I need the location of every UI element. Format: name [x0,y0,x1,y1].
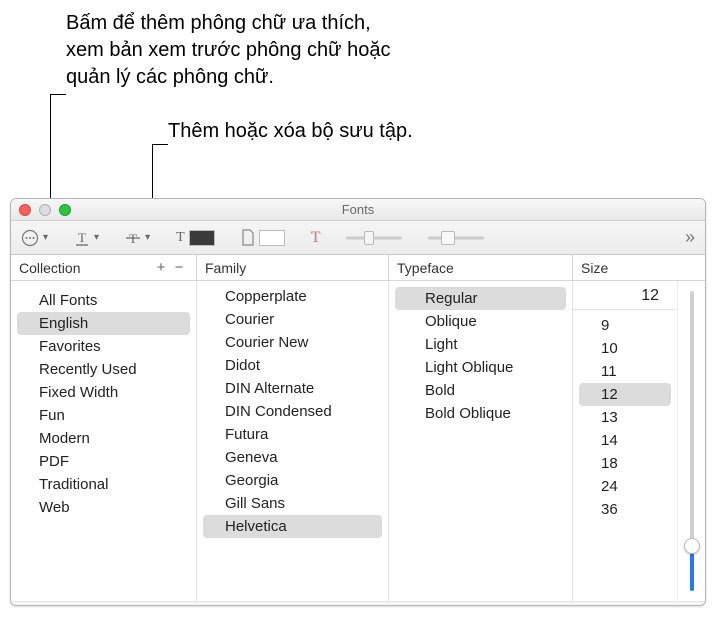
more-actions-icon [21,229,39,247]
list-item[interactable]: Bold [395,379,566,402]
list-item[interactable]: Courier New [203,331,382,354]
callouts-region: Bấm để thêm phông chữ ưa thích, xem bản … [0,0,716,200]
list-item[interactable]: Modern [17,427,190,450]
size-option[interactable]: 13 [579,406,671,429]
window-title: Fonts [11,202,705,217]
toolbar: ▾ T ▾ T ▾ T T [11,221,705,255]
document-color-swatch[interactable] [259,230,285,246]
list-item[interactable]: Favorites [17,335,190,358]
column-headers: Collection + − Family Typeface Size [11,255,705,281]
collection-list[interactable]: All FontsEnglishFavoritesRecently UsedFi… [11,281,197,601]
typeface-header[interactable]: Typeface [389,255,573,280]
list-item[interactable]: Didot [203,354,382,377]
collection-header[interactable]: Collection + − [11,255,197,280]
underline-menu-button[interactable]: T ▾ [74,229,99,247]
list-item[interactable]: Regular [395,287,566,310]
typeface-list[interactable]: RegularObliqueLightLight ObliqueBoldBold… [389,281,573,601]
callout-action-menu: Bấm để thêm phông chữ ưa thích, xem bản … [66,10,406,91]
action-menu-button[interactable]: ▾ [21,229,48,247]
size-option[interactable]: 11 [579,360,671,383]
list-item[interactable]: English [17,312,190,335]
shadow-blur-slider[interactable] [428,230,484,246]
remove-collection-button[interactable]: − [170,259,188,277]
add-collection-button[interactable]: + [152,259,170,277]
text-color-icon: T [176,230,185,246]
size-column: 12 91011121314182436 [573,281,705,601]
family-header-label: Family [205,260,246,276]
text-color-swatch[interactable] [189,230,215,246]
list-item[interactable]: Recently Used [17,358,190,381]
chevron-down-icon: ▾ [145,232,150,243]
text-shadow-button[interactable]: T [311,229,321,247]
size-input[interactable]: 12 [573,285,677,310]
list-item[interactable]: Fixed Width [17,381,190,404]
chevron-down-icon: ▾ [43,232,48,243]
fonts-window: Fonts ▾ T ▾ T ▾ T [10,198,706,606]
list-item[interactable]: Helvetica [203,515,382,538]
size-option[interactable]: 14 [579,429,671,452]
strikethrough-icon: T [125,229,141,247]
chevron-down-icon: ▾ [94,232,99,243]
text-color-button[interactable]: T [176,230,215,246]
page-icon [241,229,255,246]
list-item[interactable]: Georgia [203,469,382,492]
toolbar-overflow-button[interactable]: » [685,227,695,248]
svg-text:T: T [78,230,86,245]
list-item[interactable]: Traditional [17,473,190,496]
family-header[interactable]: Family [197,255,389,280]
slider-track [428,236,484,239]
family-list[interactable]: CopperplateCourierCourier NewDidotDIN Al… [197,281,389,601]
collection-header-label: Collection [19,260,80,276]
size-header-label: Size [581,260,608,276]
list-item[interactable]: PDF [17,450,190,473]
list-item[interactable]: Light Oblique [395,356,566,379]
typeface-header-label: Typeface [397,260,454,276]
panel-body: All FontsEnglishFavoritesRecently UsedFi… [11,281,705,601]
leader-line [50,94,66,95]
shadow-opacity-slider[interactable] [346,230,402,246]
list-item[interactable]: Copperplate [203,285,382,308]
slider-track [690,291,694,591]
size-option[interactable]: 9 [579,314,671,337]
strikethrough-menu-button[interactable]: T ▾ [125,229,150,247]
size-option[interactable]: 18 [579,452,671,475]
leader-line [152,144,168,145]
slider-thumb[interactable] [364,231,374,245]
slider-thumb[interactable] [441,231,455,245]
resize-handle[interactable] [11,601,705,605]
size-list[interactable]: 91011121314182436 [573,314,677,521]
list-item[interactable]: Oblique [395,310,566,333]
size-option[interactable]: 24 [579,475,671,498]
size-option[interactable]: 36 [579,498,671,521]
list-item[interactable]: Courier [203,308,382,331]
shadow-icon: T [311,229,321,247]
list-item[interactable]: Bold Oblique [395,402,566,425]
list-item[interactable]: Fun [17,404,190,427]
callout-add-remove: Thêm hoặc xóa bộ sưu tập. [168,118,498,145]
size-option[interactable]: 10 [579,337,671,360]
underline-icon: T [74,229,90,247]
chevron-double-right-icon: » [685,227,695,248]
list-item[interactable]: DIN Condensed [203,400,382,423]
list-item[interactable]: Gill Sans [203,492,382,515]
size-option[interactable]: 12 [579,383,671,406]
list-item[interactable]: DIN Alternate [203,377,382,400]
slider-track [346,236,402,239]
list-item[interactable]: Futura [203,423,382,446]
size-header[interactable]: Size [573,255,705,280]
slider-thumb[interactable] [684,538,700,554]
list-item[interactable]: Light [395,333,566,356]
document-color-button[interactable] [241,229,285,246]
list-item[interactable]: All Fonts [17,289,190,312]
titlebar[interactable]: Fonts [11,199,705,221]
size-slider[interactable] [677,281,705,601]
list-item[interactable]: Web [17,496,190,519]
list-item[interactable]: Geneva [203,446,382,469]
